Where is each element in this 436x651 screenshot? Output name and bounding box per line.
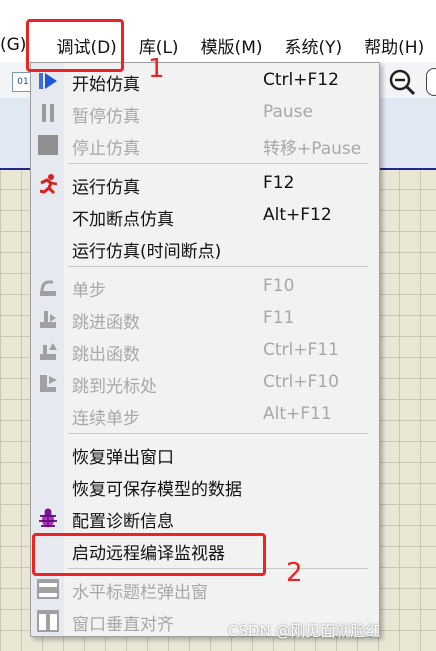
bug-icon [39, 508, 57, 527]
menu-item-run-time-breakpoint[interactable]: 运行仿真(时间断点) [31, 232, 379, 264]
annotation-number-1: 1 [148, 54, 165, 84]
watermark: CSDN @刚见面就脸红 [228, 622, 381, 640]
menu-item-configure-diagnostics[interactable]: 配置诊断信息 [31, 502, 379, 534]
menu-item-pause-simulation[interactable]: 暂停仿真 Pause [31, 97, 379, 129]
menu-separator [68, 163, 368, 164]
menu-item-stop-simulation[interactable]: 停止仿真 转移+Pause [31, 129, 379, 161]
menu-item-horizontal-popups[interactable]: 水平标题栏弹出窗 [31, 573, 379, 605]
menu-separator [68, 433, 368, 434]
menu-item-restore-popups[interactable]: 恢复弹出窗口 [31, 438, 379, 470]
toolbar-button-icon[interactable] [426, 68, 436, 96]
annotation-number-2: 2 [286, 558, 303, 588]
pause-icon [42, 104, 54, 122]
menu-item-step-out[interactable]: 跳出函数 Ctrl+F11 [31, 335, 379, 367]
zoom-out-icon[interactable] [388, 68, 416, 96]
menu-item-restore-model-data[interactable]: 恢复可保存模型的数据 [31, 470, 379, 502]
menu-item-run-to-cursor[interactable]: 跳到光标处 Ctrl+F10 [31, 367, 379, 399]
annotation-box-debug-menu [26, 19, 124, 72]
run-to-cursor-icon [40, 375, 57, 392]
menu-item-step-into[interactable]: 跳进函数 F11 [31, 303, 379, 335]
menu-item-run-without-breakpoints[interactable]: 不加断点仿真 Alt+F12 [31, 200, 379, 232]
menu-template[interactable]: 模版(M) [190, 33, 274, 58]
menu-item-continuous-step[interactable]: 连续单步 Alt+F11 [31, 399, 379, 431]
menu-item-run-simulation[interactable]: 运行仿真 F12 [31, 168, 379, 200]
menu-help[interactable]: 帮助(H) [353, 33, 435, 58]
step-icon [40, 280, 56, 296]
step-out-icon [40, 343, 57, 360]
annotation-box-remote-monitor [32, 533, 266, 576]
run-icon [39, 174, 58, 195]
horizontal-tile-icon [37, 579, 59, 599]
play-icon [39, 73, 57, 89]
menu-system[interactable]: 系统(Y) [274, 33, 354, 58]
step-into-icon [40, 311, 56, 328]
menu-separator [68, 266, 368, 267]
vertical-tile-icon [37, 610, 59, 632]
stop-icon [38, 135, 58, 155]
menu-item-step[interactable]: 单步 F10 [31, 271, 379, 303]
